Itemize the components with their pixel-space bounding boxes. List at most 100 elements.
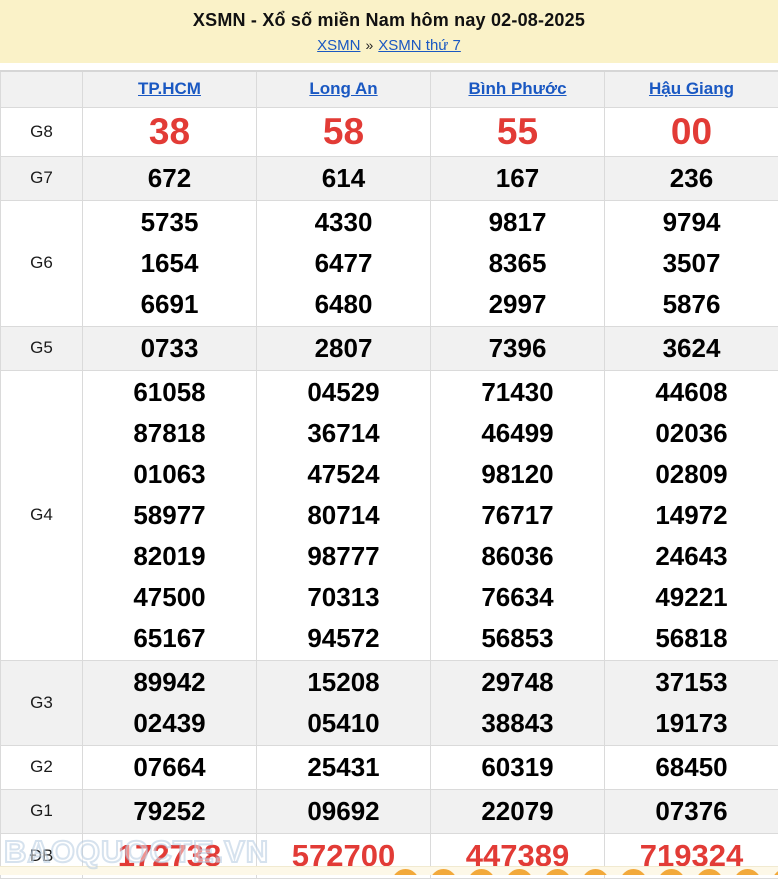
result-number: 58 [257,110,430,154]
result-number: 70313 [257,577,430,618]
result-number: 04529 [257,372,430,413]
result-cell: 55 [431,107,605,156]
result-cell: 79252 [83,789,257,833]
result-cell: 61058878180106358977820194750065167 [83,370,257,660]
page-header: XSMN - Xổ số miền Nam hôm nay 02-08-2025… [0,0,778,63]
result-number: 02036 [605,413,778,454]
result-cell: 38 [83,107,257,156]
prize-row-g5: G50733280773963624 [1,326,778,370]
result-cell: 573516546691 [83,200,257,326]
result-number: 8365 [431,243,604,284]
result-number: 6691 [83,284,256,325]
lottery-ball-icon [544,869,571,875]
breadcrumb-link-xsmn-thu7[interactable]: XSMN thứ 7 [378,37,461,54]
result-number: 05410 [257,703,430,744]
result-cell: 981783652997 [431,200,605,326]
result-cell: 1520805410 [257,660,431,745]
result-cell: 236 [605,156,778,200]
result-cell: 2974838843 [431,660,605,745]
result-number: 94572 [257,618,430,659]
result-cell: 8994202439 [83,660,257,745]
result-number: 76634 [431,577,604,618]
result-cell: 71430464999812076717860367663456853 [431,370,605,660]
prize-label: G3 [1,660,83,745]
result-number: 07664 [83,747,256,788]
result-number: 2807 [257,328,430,369]
lottery-ball-icon [582,869,609,875]
result-number: 5876 [605,284,778,325]
result-number: 167 [431,158,604,199]
result-cell: 04529367144752480714987777031394572 [257,370,431,660]
prize-row-g8: G838585500 [1,107,778,156]
breadcrumb-link-xsmn[interactable]: XSMN [317,37,360,54]
prize-label: G2 [1,745,83,789]
result-number: 68450 [605,747,778,788]
result-number: 9817 [431,202,604,243]
lottery-ball-icon [658,869,685,875]
prize-label: G4 [1,370,83,660]
lottery-ball-icon [772,869,778,875]
result-number: 47500 [83,577,256,618]
column-header-1: Long An [257,71,431,107]
result-cell: 614 [257,156,431,200]
result-number: 22079 [431,791,604,832]
result-number: 2997 [431,284,604,325]
prize-row-g6: G657351654669143306477648098178365299797… [1,200,778,326]
result-number: 25431 [257,747,430,788]
result-cell: 07376 [605,789,778,833]
result-number: 86036 [431,536,604,577]
result-cell: 58 [257,107,431,156]
breadcrumb: XSMN»XSMN thứ 7 [0,37,778,54]
result-number: 6477 [257,243,430,284]
result-cell: 60319 [431,745,605,789]
column-header-row: TP.HCM Long An Bình Phước Hậu Giang [1,71,778,107]
result-number: 87818 [83,413,256,454]
page-title: XSMN - Xổ số miền Nam hôm nay 02-08-2025 [0,10,778,31]
prize-label: G5 [1,326,83,370]
result-cell: 672 [83,156,257,200]
prize-label: G1 [1,789,83,833]
result-number: 236 [605,158,778,199]
result-number: 29748 [431,662,604,703]
result-number: 47524 [257,454,430,495]
column-header-2: Bình Phước [431,71,605,107]
breadcrumb-separator: » [360,37,378,53]
results-body: G838585500G7672614167236G657351654669143… [1,107,778,878]
province-link[interactable]: Hậu Giang [649,79,734,98]
lottery-ball-icon [468,869,495,875]
result-cell: 0733 [83,326,257,370]
result-number: 02809 [605,454,778,495]
province-link[interactable]: Bình Phước [468,79,566,98]
result-number: 15208 [257,662,430,703]
result-number: 3507 [605,243,778,284]
result-number: 1654 [83,243,256,284]
result-number: 80714 [257,495,430,536]
result-cell: 167 [431,156,605,200]
result-cell: 07664 [83,745,257,789]
prize-label: G6 [1,200,83,326]
result-cell: 3624 [605,326,778,370]
prize-label: G7 [1,156,83,200]
lottery-ball-icon [734,869,761,875]
result-number: 46499 [431,413,604,454]
result-number: 56818 [605,618,778,659]
prize-row-g7: G7672614167236 [1,156,778,200]
result-number: 49221 [605,577,778,618]
lottery-results-table: TP.HCM Long An Bình Phước Hậu Giang G838585… [0,70,778,879]
lottery-ball-icon [696,869,723,875]
province-link[interactable]: TP.HCM [138,79,201,98]
result-number: 02439 [83,703,256,744]
result-number: 9794 [605,202,778,243]
result-number: 82019 [83,536,256,577]
result-number: 614 [257,158,430,199]
result-number: 5735 [83,202,256,243]
result-number: 98120 [431,454,604,495]
result-cell: 979435075876 [605,200,778,326]
result-number: 38843 [431,703,604,744]
result-cell: 44608020360280914972246434922156818 [605,370,778,660]
result-number: 71430 [431,372,604,413]
province-link[interactable]: Long An [309,79,377,98]
result-number: 58977 [83,495,256,536]
result-number: 4330 [257,202,430,243]
column-header-0: TP.HCM [83,71,257,107]
